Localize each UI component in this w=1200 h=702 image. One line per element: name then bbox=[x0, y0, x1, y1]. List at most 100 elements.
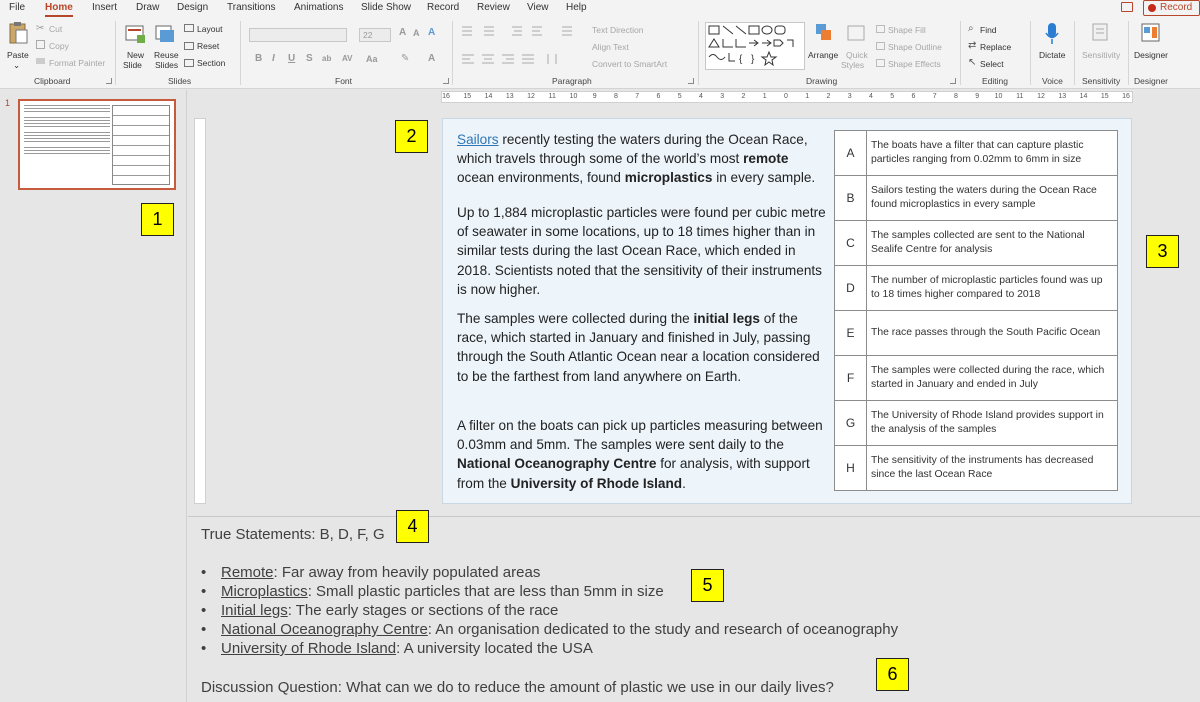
tab-file[interactable]: File bbox=[9, 2, 25, 13]
shape-fill-button[interactable]: Shape Fill bbox=[888, 25, 926, 35]
tab-record[interactable]: Record bbox=[427, 2, 459, 13]
shape-outline-button[interactable]: Shape Outline bbox=[888, 42, 942, 52]
quick-styles-button[interactable]: Quick bbox=[846, 50, 868, 60]
ruler-tick-label: 12 bbox=[1037, 93, 1045, 100]
tab-draw[interactable]: Draw bbox=[136, 2, 159, 13]
statement-row[interactable]: D The number of microplastic particles fo… bbox=[834, 265, 1118, 311]
text-direction-button[interactable]: Text Direction bbox=[592, 25, 644, 35]
reuse-slides-icon[interactable] bbox=[155, 23, 175, 45]
paragraph-1[interactable]: Sailors recently testing the waters duri… bbox=[457, 130, 827, 188]
tab-slide-show[interactable]: Slide Show bbox=[361, 2, 411, 13]
reuse-slides-button[interactable]: Reuse bbox=[154, 50, 179, 60]
tab-help[interactable]: Help bbox=[566, 2, 587, 13]
thumbnail-text-lines bbox=[24, 105, 110, 156]
font-color-icon[interactable]: A bbox=[428, 53, 435, 64]
slide-thumbnail[interactable] bbox=[18, 99, 176, 190]
statement-row[interactable]: G The University of Rhode Island provides… bbox=[834, 400, 1118, 446]
statement-row[interactable]: B Sailors testing the waters during the O… bbox=[834, 175, 1118, 221]
shape-effects-button[interactable]: Shape Effects bbox=[888, 59, 941, 69]
paragraph-2[interactable]: Up to 1,884 microplastic particles were … bbox=[457, 203, 827, 299]
paragraph-4[interactable]: A filter on the boats can pick up partic… bbox=[457, 416, 827, 493]
font-size-combo[interactable]: 22 bbox=[359, 28, 391, 42]
designer-icon[interactable] bbox=[1141, 22, 1161, 44]
section-button[interactable]: Section bbox=[197, 58, 225, 68]
layout-button[interactable]: Layout bbox=[197, 24, 223, 34]
microphone-icon[interactable] bbox=[1044, 22, 1060, 46]
quick-styles-icon[interactable] bbox=[847, 23, 865, 45]
bold-button[interactable]: B bbox=[255, 53, 262, 64]
vertical-ruler[interactable] bbox=[194, 118, 206, 504]
italic-button[interactable]: I bbox=[272, 53, 275, 64]
statement-row[interactable]: H The sensitivity of the instruments has … bbox=[834, 445, 1118, 491]
paragraph-3[interactable]: The samples were collected during the in… bbox=[457, 309, 827, 386]
shadow-button[interactable]: ab bbox=[322, 54, 331, 63]
sailors-link[interactable]: Sailors bbox=[457, 132, 499, 147]
arrange-icon[interactable] bbox=[815, 23, 833, 45]
alignment-buttons-icon[interactable] bbox=[462, 53, 582, 65]
statement-text: Sailors testing the waters during the Oc… bbox=[866, 175, 1118, 221]
change-case-button[interactable]: Aa bbox=[366, 54, 378, 64]
convert-smartart-button[interactable]: Convert to SmartArt bbox=[592, 59, 667, 69]
ruler-tick-label: 13 bbox=[505, 93, 514, 100]
notes-pane[interactable]: True Statements: B, D, F, G • Remote: Far… bbox=[188, 516, 1200, 702]
tab-view[interactable]: View bbox=[527, 2, 549, 13]
vocab-item: • National Oceanography Centre: An organi… bbox=[201, 621, 898, 638]
sensitivity-button[interactable]: Sensitivity bbox=[1082, 50, 1120, 60]
drawing-launcher-icon[interactable] bbox=[950, 78, 956, 84]
shapes-gallery-icon[interactable]: { } bbox=[705, 22, 805, 70]
p3-text-1: The samples were collected during the bbox=[457, 311, 694, 326]
paste-button[interactable]: Paste bbox=[7, 50, 29, 60]
ruler-tick-label: 11 bbox=[548, 93, 556, 100]
vocab-definition: : The early stages or sections of the ra… bbox=[287, 602, 559, 619]
tab-insert[interactable]: Insert bbox=[92, 2, 117, 13]
tab-design[interactable]: Design bbox=[177, 2, 208, 13]
clipboard-launcher-icon[interactable] bbox=[106, 78, 112, 84]
statement-row[interactable]: C The samples collected are sent to the N… bbox=[834, 220, 1118, 266]
designer-button[interactable]: Designer bbox=[1134, 50, 1168, 60]
dictate-button[interactable]: Dictate bbox=[1039, 50, 1065, 60]
char-spacing-button[interactable]: AV bbox=[342, 54, 353, 63]
p1-bold-remote: remote bbox=[743, 151, 789, 167]
tab-review[interactable]: Review bbox=[477, 2, 510, 13]
new-slide-button[interactable]: New bbox=[127, 50, 144, 60]
highlight-icon[interactable]: ✎ bbox=[401, 53, 409, 64]
align-text-button[interactable]: Align Text bbox=[592, 42, 629, 52]
clear-format-icon[interactable]: A bbox=[428, 27, 435, 38]
paste-icon[interactable] bbox=[8, 21, 28, 45]
font-launcher-icon[interactable] bbox=[443, 78, 449, 84]
tab-animations[interactable]: Animations bbox=[294, 2, 343, 13]
statement-row[interactable]: A The boats have a filter that can captur… bbox=[834, 130, 1118, 176]
tab-transitions[interactable]: Transitions bbox=[227, 2, 276, 13]
paragraph-launcher-icon[interactable] bbox=[688, 78, 694, 84]
increase-font-icon[interactable]: A bbox=[399, 27, 406, 38]
format-painter-button[interactable]: Format Painter bbox=[49, 58, 105, 68]
bullet-icon: • bbox=[201, 564, 207, 581]
strikethrough-button[interactable]: S bbox=[306, 53, 313, 64]
font-name-combo[interactable] bbox=[249, 28, 347, 42]
statement-row[interactable]: E The race passes through the South Pacif… bbox=[834, 310, 1118, 356]
ruler-tick-label: 1 bbox=[805, 93, 810, 100]
ruler-tick-label: 16 bbox=[1122, 93, 1130, 100]
ruler-tick-label: 10 bbox=[569, 93, 578, 100]
record-button[interactable]: Record bbox=[1143, 0, 1200, 16]
new-slide-icon[interactable] bbox=[125, 23, 145, 45]
shape-outline-icon bbox=[876, 42, 885, 50]
statements-table[interactable]: A The boats have a filter that can captur… bbox=[834, 130, 1118, 491]
reset-button[interactable]: Reset bbox=[197, 41, 219, 51]
cut-button[interactable]: Cut bbox=[49, 24, 62, 34]
ruler-tick-label: 13 bbox=[1058, 93, 1067, 100]
decrease-font-icon[interactable]: A bbox=[413, 28, 420, 38]
arrange-button[interactable]: Arrange bbox=[808, 50, 838, 60]
tab-home[interactable]: Home bbox=[45, 2, 73, 13]
find-button[interactable]: Find bbox=[980, 25, 997, 35]
sensitivity-icon[interactable] bbox=[1092, 23, 1110, 43]
copy-button[interactable]: Copy bbox=[49, 41, 69, 51]
list-buttons-icon[interactable] bbox=[462, 25, 582, 37]
horizontal-ruler[interactable]: 16 15 14 13 12 11 10 9 8 7 6 5 4 3 2 1 0 1 2 3 4 5 6 7 8 9 10 11 12 1… bbox=[441, 91, 1133, 103]
select-button[interactable]: Select bbox=[980, 59, 1004, 69]
replace-button[interactable]: Replace bbox=[980, 42, 1011, 52]
slide-canvas[interactable]: Sailors recently testing the waters duri… bbox=[442, 118, 1132, 504]
statement-row[interactable]: F The samples were collected during the r… bbox=[834, 355, 1118, 401]
underline-button[interactable]: U bbox=[288, 53, 295, 64]
comment-icon[interactable] bbox=[1121, 2, 1133, 12]
